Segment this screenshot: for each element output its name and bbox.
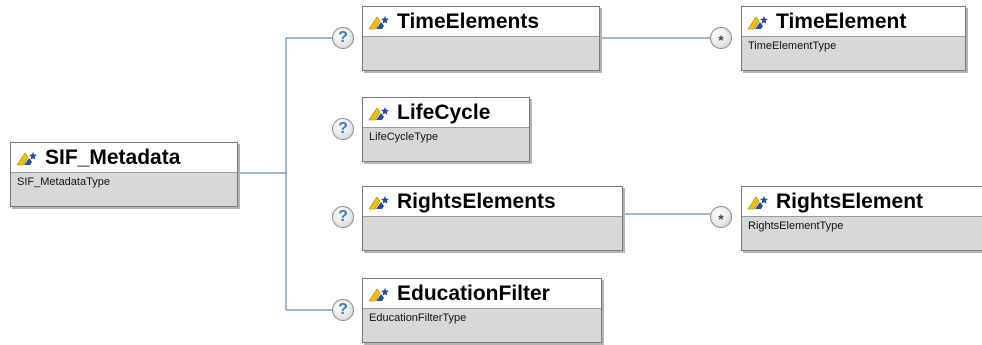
optional-badge-rights-elements: ? [332, 206, 354, 228]
time-element-name: TimeElement [776, 9, 907, 33]
optional-badge-life-cycle: ? [332, 118, 354, 140]
time-element-type: TimeElementType [742, 36, 965, 70]
multiple-badge-time-element: * [710, 27, 732, 49]
time-element-node[interactable]: TimeElement TimeElementType [741, 6, 966, 71]
rights-element-name: RightsElement [776, 189, 924, 213]
element-icon [368, 287, 389, 301]
optional-badge-education-filter: ? [332, 299, 354, 321]
education-filter-type: EducationFilterType [363, 308, 601, 342]
element-icon [747, 195, 768, 209]
element-icon [368, 106, 389, 120]
life-cycle-node[interactable]: LifeCycle LifeCycleType [362, 97, 530, 162]
rights-elements-type [363, 216, 622, 250]
rights-element-type: RightsElementType [742, 216, 982, 250]
root-element-type: SIF_MetadataType [11, 172, 237, 206]
root-element-name: SIF_Metadata [45, 145, 181, 169]
rights-elements-name: RightsElements [397, 189, 556, 213]
time-elements-node[interactable]: TimeElements [362, 6, 600, 71]
life-cycle-type: LifeCycleType [363, 127, 529, 161]
element-icon [368, 195, 389, 209]
education-filter-node[interactable]: EducationFilter EducationFilterType [362, 278, 602, 343]
time-elements-type [363, 36, 599, 70]
time-elements-name: TimeElements [397, 9, 540, 33]
education-filter-name: EducationFilter [397, 281, 550, 305]
root-element-node[interactable]: SIF_Metadata SIF_MetadataType [10, 142, 238, 207]
optional-badge-time-elements: ? [332, 27, 354, 49]
rights-element-node[interactable]: RightsElement RightsElementType [741, 186, 982, 251]
element-icon [747, 15, 768, 29]
element-icon [368, 15, 389, 29]
element-icon [16, 151, 37, 165]
life-cycle-name: LifeCycle [397, 100, 491, 124]
rights-elements-node[interactable]: RightsElements [362, 186, 623, 251]
multiple-badge-rights-element: * [710, 206, 732, 228]
